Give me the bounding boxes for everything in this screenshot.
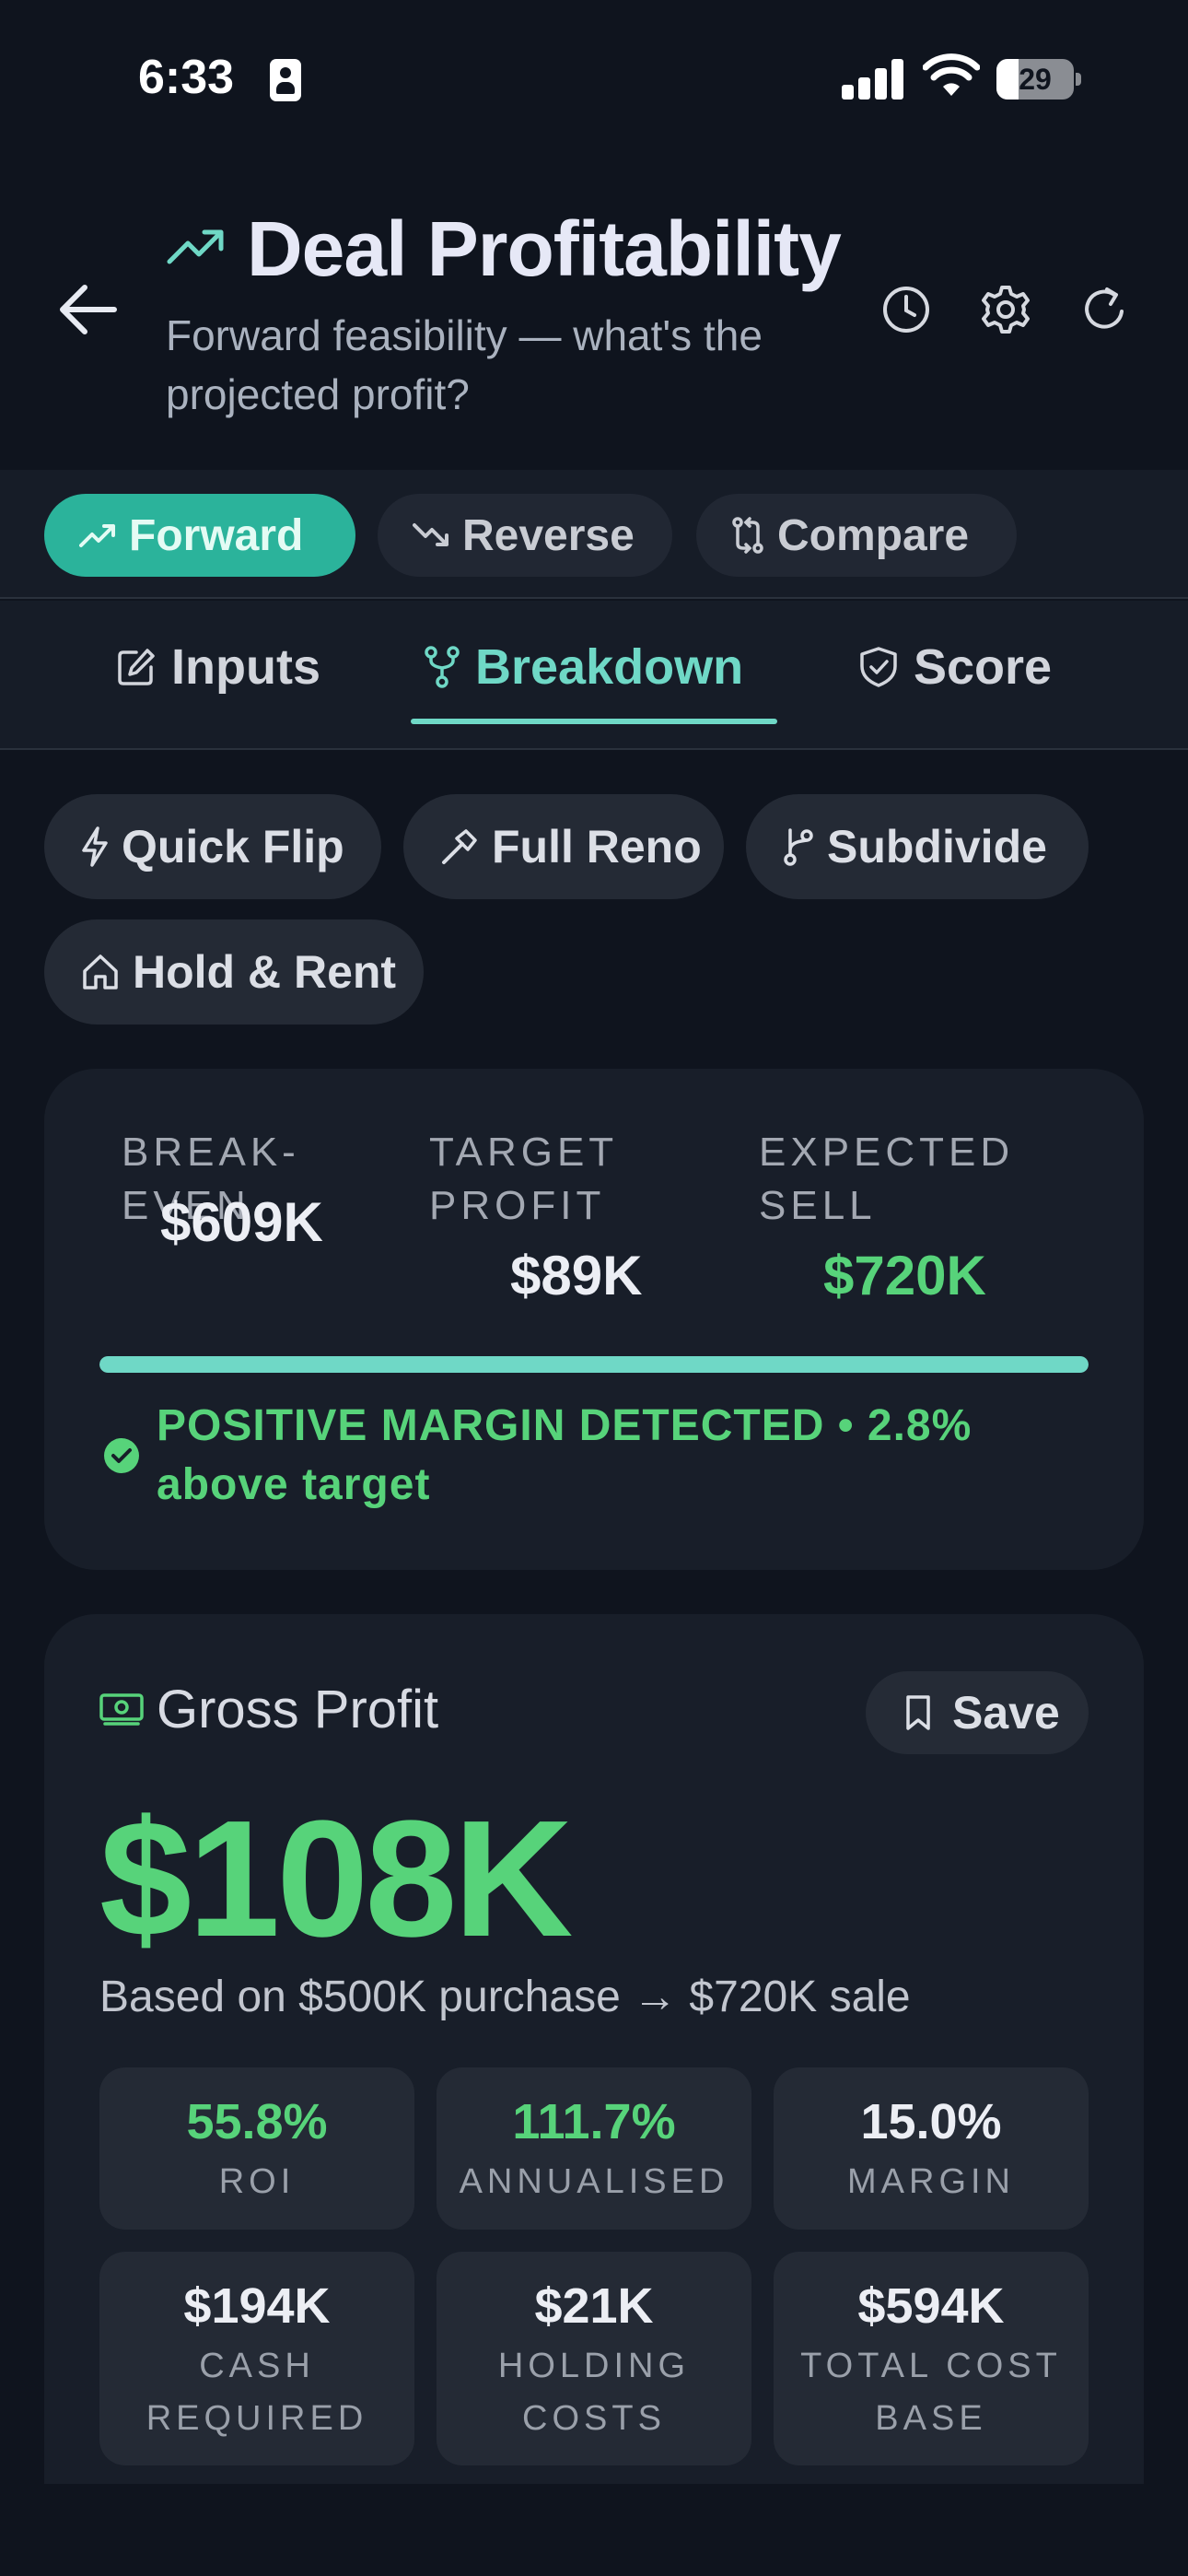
status-time: 6:33 xyxy=(138,51,235,104)
page-subtitle: Forward feasibility — what's the project… xyxy=(166,311,763,418)
mode-label: Compare xyxy=(777,510,970,560)
bottom-fade xyxy=(0,2484,1188,2576)
mode-forward-button[interactable]: Forward xyxy=(44,494,355,577)
tab-breakdown[interactable]: Breakdown xyxy=(424,628,743,706)
back-arrow-icon[interactable] xyxy=(55,280,120,339)
contact-card-icon xyxy=(270,59,301,101)
section-tabs: Inputs Breakdown Score xyxy=(0,601,1188,750)
app-screen: 6:33 29 Deal Profitability Forward feasi… xyxy=(0,0,1188,2576)
strategy-hold-rent-button[interactable]: Hold & Rent xyxy=(44,919,424,1025)
stat-annualised: 111.7% ANNUALISED xyxy=(437,2067,751,2230)
strategy-quick-flip-button[interactable]: Quick Flip xyxy=(44,794,381,899)
branch-icon xyxy=(784,828,813,866)
stat-value: 15.0% xyxy=(860,2094,1002,2149)
status-bar: 6:33 29 xyxy=(0,0,1188,147)
tab-label: Breakdown xyxy=(475,639,744,695)
cellular-signal-icon xyxy=(842,59,904,100)
gross-profit-value: $108K xyxy=(99,1786,573,1972)
stat-value: 111.7% xyxy=(512,2094,676,2149)
strategy-subdivide-button[interactable]: Subdivide xyxy=(746,794,1089,899)
target-profit-label: TARGET PROFIT xyxy=(429,1130,618,1228)
stat-value: $594K xyxy=(857,2278,1005,2334)
stat-roi: 55.8% ROI xyxy=(99,2067,414,2230)
refresh-icon[interactable] xyxy=(1079,284,1131,335)
stat-margin: 15.0% MARGIN xyxy=(774,2067,1089,2230)
save-label: Save xyxy=(952,1687,1060,1739)
page-title: Deal Profitability xyxy=(247,205,842,292)
target-profit-value: $89K xyxy=(510,1245,643,1306)
stat-value: $21K xyxy=(534,2278,654,2334)
margin-progress-fill xyxy=(99,1356,1089,1373)
strategy-label: Full Reno xyxy=(492,821,702,872)
compare-arrows-icon xyxy=(732,517,763,554)
tab-label: Inputs xyxy=(171,639,320,695)
lightning-icon xyxy=(82,826,108,867)
mode-label: Forward xyxy=(129,510,304,560)
stat-label: ANNUALISED xyxy=(459,2162,729,2201)
battery-level: 29 xyxy=(1019,63,1052,96)
check-circle-icon xyxy=(104,1438,139,1473)
save-button[interactable]: Save xyxy=(866,1671,1089,1754)
stat-cash-required: $194K CASH REQUIRED xyxy=(99,2252,414,2465)
shield-check-icon xyxy=(860,647,897,687)
expected-sell-value: $720K xyxy=(823,1245,986,1306)
home-icon xyxy=(83,954,118,989)
history-icon[interactable] xyxy=(880,284,932,335)
fork-icon xyxy=(425,646,460,688)
trending-up-icon xyxy=(79,524,115,547)
stat-holding-costs: $21K HOLDING COSTS xyxy=(437,2252,751,2465)
trending-up-icon xyxy=(167,229,224,264)
stat-label: ROI xyxy=(218,2162,296,2201)
mode-selector: Forward Reverse Compare xyxy=(0,470,1188,599)
mode-compare-button[interactable]: Compare xyxy=(696,494,1017,577)
bookmark-icon xyxy=(906,1695,930,1730)
strategy-label: Hold & Rent xyxy=(133,946,397,998)
mode-label: Reverse xyxy=(462,510,635,560)
stat-label: HOLDING COSTS xyxy=(497,2347,691,2438)
stat-value: 55.8% xyxy=(186,2094,328,2149)
tab-label: Score xyxy=(914,639,1053,695)
strategy-label: Subdivide xyxy=(827,821,1047,872)
cash-icon xyxy=(99,1693,144,1726)
hammer-icon xyxy=(442,829,477,864)
stat-label: CASH REQUIRED xyxy=(146,2347,368,2438)
tab-inputs[interactable]: Inputs xyxy=(116,628,320,706)
stat-label: TOTAL COST BASE xyxy=(800,2347,1062,2438)
trending-down-icon xyxy=(413,523,448,546)
gross-profit-basis: Based on $500K purchase → $720K sale xyxy=(99,1973,911,2021)
strategy-label: Quick Flip xyxy=(122,821,344,872)
stat-value: $194K xyxy=(183,2278,331,2334)
gross-profit-title: Gross Profit xyxy=(157,1680,439,1739)
strategy-full-reno-button[interactable]: Full Reno xyxy=(403,794,724,899)
stat-total-cost-base: $594K TOTAL COST BASE xyxy=(774,2252,1089,2465)
expected-sell-label: EXPECTED SELL xyxy=(759,1130,1015,1228)
margin-progress-bar xyxy=(99,1356,1089,1373)
active-tab-indicator xyxy=(411,719,777,724)
break-even-value: $609K xyxy=(160,1191,323,1253)
battery-icon: 29 xyxy=(996,59,1081,100)
stat-label: MARGIN xyxy=(847,2162,1015,2201)
edit-icon xyxy=(118,649,155,685)
tab-score[interactable]: Score xyxy=(858,628,1052,706)
mode-reverse-button[interactable]: Reverse xyxy=(378,494,672,577)
gear-icon[interactable] xyxy=(980,284,1031,335)
wifi-icon xyxy=(923,53,980,96)
margin-status-message: POSITIVE MARGIN DETECTED • 2.8% above ta… xyxy=(157,1401,973,1509)
